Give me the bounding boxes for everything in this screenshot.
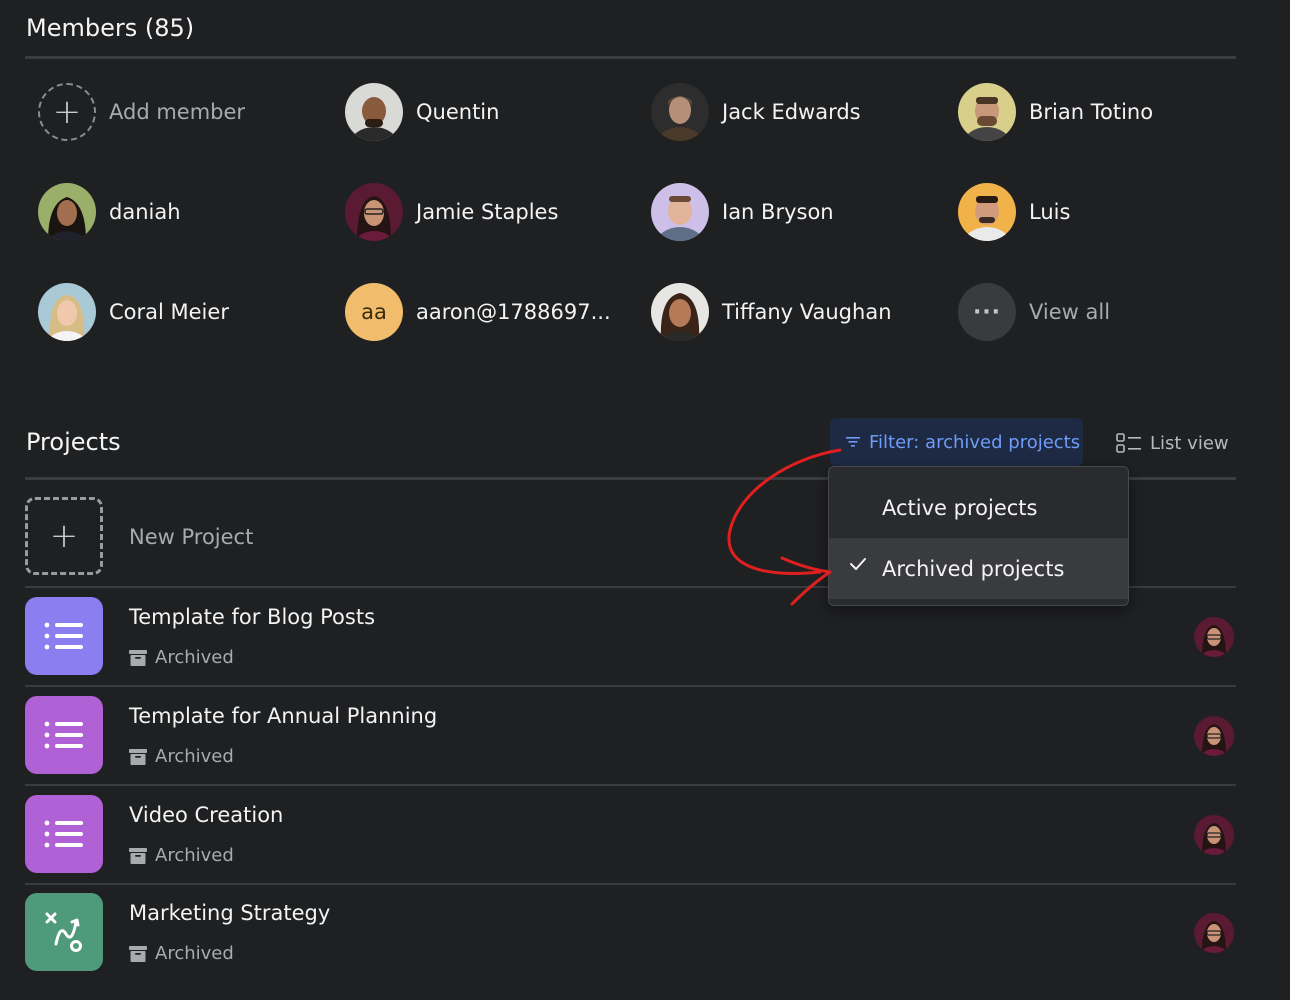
member-coral-meier[interactable]: Coral Meier xyxy=(38,282,229,342)
project-name: Video Creation xyxy=(129,803,284,827)
member-name: Coral Meier xyxy=(109,300,229,324)
add-member-label: Add member xyxy=(109,100,246,124)
project-status: Archived xyxy=(129,943,234,964)
new-project-label: New Project xyxy=(129,525,254,549)
row-divider xyxy=(25,883,1236,885)
member-luis[interactable]: Luis xyxy=(958,182,1070,242)
status-label: Archived xyxy=(155,943,234,964)
owner-avatar[interactable] xyxy=(1194,815,1234,855)
list-view-button[interactable]: List view xyxy=(1116,430,1229,456)
status-label: Archived xyxy=(155,845,234,866)
member-name: Brian Totino xyxy=(1029,100,1154,124)
avatar xyxy=(651,83,709,141)
member-aaron[interactable]: aa aaron@1788697... xyxy=(345,282,611,342)
member-name: Tiffany Vaughan xyxy=(722,300,892,324)
project-name: Template for Blog Posts xyxy=(129,605,376,629)
filter-label: Filter: archived projects xyxy=(869,431,1081,453)
member-ian-bryson[interactable]: Ian Bryson xyxy=(651,182,834,242)
project-name: Marketing Strategy xyxy=(129,901,331,925)
row-divider xyxy=(25,784,1236,786)
member-name: Jamie Staples xyxy=(416,200,559,224)
filter-dropdown-menu: Active projects Archived projects xyxy=(828,466,1129,606)
menu-item-label: Archived projects xyxy=(882,556,1065,581)
archive-icon xyxy=(129,945,147,962)
initials-avatar: aa xyxy=(345,283,403,341)
members-title: Members (85) xyxy=(26,14,195,42)
project-name: Template for Annual Planning xyxy=(129,704,438,728)
project-status: Archived xyxy=(129,746,234,767)
member-brian-totino[interactable]: Brian Totino xyxy=(958,82,1153,142)
plus-icon: + xyxy=(38,83,96,141)
owner-avatar[interactable] xyxy=(1194,617,1234,657)
member-name: Luis xyxy=(1029,200,1071,224)
filter-button[interactable]: Filter: archived projects xyxy=(830,418,1083,466)
project-row[interactable]: Marketing Strategy Archived xyxy=(25,893,1236,973)
projects-title: Projects xyxy=(26,428,121,456)
avatar xyxy=(651,283,709,341)
avatar xyxy=(345,183,403,241)
archive-icon xyxy=(129,649,147,666)
avatar xyxy=(38,283,96,341)
checkmark-icon xyxy=(850,558,866,570)
strategy-icon xyxy=(25,893,103,971)
status-label: Archived xyxy=(155,647,234,668)
project-row[interactable]: Template for Annual Planning Archived xyxy=(25,696,1236,776)
avatar xyxy=(345,83,403,141)
add-member-button[interactable]: + Add member xyxy=(38,82,245,142)
owner-avatar[interactable] xyxy=(1194,716,1234,756)
project-status: Archived xyxy=(129,845,234,866)
avatar xyxy=(651,183,709,241)
member-quentin[interactable]: Quentin xyxy=(345,82,499,142)
project-status: Archived xyxy=(129,647,234,668)
list-icon xyxy=(25,597,103,675)
project-row[interactable]: Template for Blog Posts Archived xyxy=(25,597,1236,677)
plus-icon: + xyxy=(25,497,103,575)
archive-icon xyxy=(129,748,147,765)
owner-avatar[interactable] xyxy=(1194,913,1234,953)
member-daniah[interactable]: daniah xyxy=(38,182,181,242)
member-name: Jack Edwards xyxy=(722,100,861,124)
new-project-button[interactable]: + New Project xyxy=(25,497,253,575)
project-row[interactable]: Video Creation Archived xyxy=(25,795,1236,875)
view-all-members-button[interactable]: ··· View all xyxy=(958,282,1110,342)
members-divider xyxy=(25,56,1236,59)
member-name: Ian Bryson xyxy=(722,200,834,224)
more-icon: ··· xyxy=(958,283,1016,341)
row-divider xyxy=(25,685,1236,687)
list-view-label: List view xyxy=(1150,432,1229,454)
member-name: Quentin xyxy=(416,100,500,124)
filter-icon xyxy=(846,437,860,447)
view-all-label: View all xyxy=(1029,300,1111,324)
member-jamie-staples[interactable]: Jamie Staples xyxy=(345,182,558,242)
member-jack-edwards[interactable]: Jack Edwards xyxy=(651,82,861,142)
menu-item-active-projects[interactable]: Active projects xyxy=(829,477,1128,538)
menu-item-label: Active projects xyxy=(882,495,1038,520)
member-tiffany-vaughan[interactable]: Tiffany Vaughan xyxy=(651,282,892,342)
menu-item-archived-projects[interactable]: Archived projects xyxy=(829,538,1128,599)
avatar xyxy=(38,183,96,241)
status-label: Archived xyxy=(155,746,234,767)
list-icon xyxy=(25,696,103,774)
list-icon xyxy=(25,795,103,873)
member-name: aaron@1788697... xyxy=(416,300,611,324)
avatar xyxy=(958,183,1016,241)
member-name: daniah xyxy=(109,200,181,224)
list-view-icon xyxy=(1116,433,1141,453)
avatar xyxy=(958,83,1016,141)
archive-icon xyxy=(129,847,147,864)
